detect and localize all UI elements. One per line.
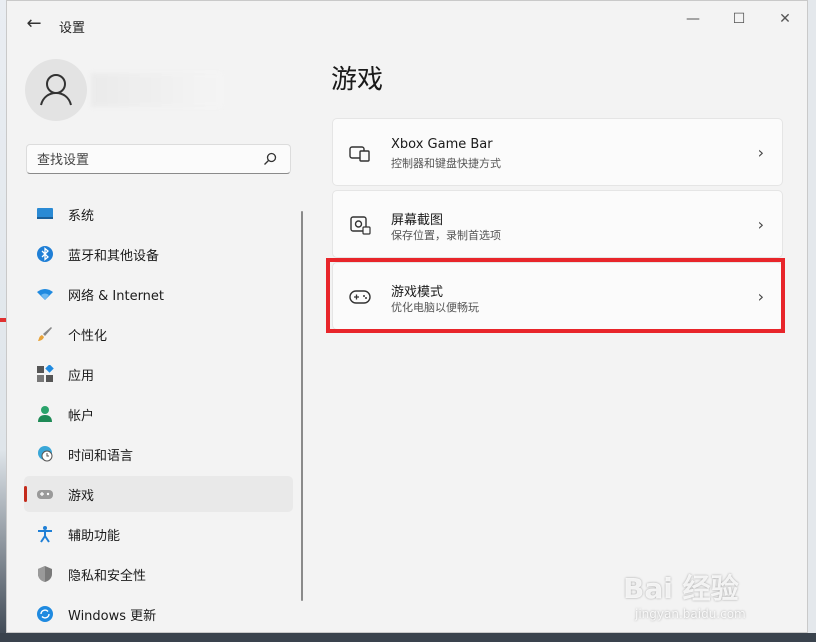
sidebar-item-label: 系统 (68, 209, 95, 224)
card-title: 游戏模式 (391, 285, 444, 300)
sidebar-item-accessibility[interactable]: 辅助功能 (24, 516, 293, 552)
brush-icon (38, 327, 52, 341)
person-icon (38, 406, 52, 422)
update-icon (37, 606, 53, 622)
sidebar-item-personalization[interactable]: 个性化 (24, 316, 293, 352)
sidebar-item-label: 时间和语言 (68, 449, 134, 464)
sidebar-scrollbar[interactable] (301, 211, 303, 601)
settings-window: ← 设置 — ☐ ✕ 系统 蓝牙和其他设备 网络 & Internet (6, 0, 808, 633)
sidebar-item-label: 隐私和安全性 (68, 569, 147, 584)
card-subtitle: 控制器和键盘快捷方式 (391, 157, 501, 170)
sidebar-item-network[interactable]: 网络 & Internet (24, 276, 293, 312)
apps-icon (37, 365, 54, 382)
gamepad-icon (349, 290, 371, 304)
xbox-game-bar-card[interactable]: Xbox Game Bar 控制器和键盘快捷方式 › (332, 118, 783, 186)
minimize-button[interactable]: — (677, 9, 709, 29)
monitor-icon (37, 208, 53, 219)
sidebar-item-system[interactable]: 系统 (24, 196, 293, 232)
user-name-redacted (91, 73, 221, 107)
sidebar-item-label: 蓝牙和其他设备 (68, 249, 160, 264)
avatar[interactable] (25, 59, 87, 121)
card-title: 屏幕截图 (391, 213, 444, 228)
capture-icon (350, 216, 371, 235)
watermark-url: jingyan.baidu.com (635, 607, 746, 621)
screen-capture-card[interactable]: 屏幕截图 保存位置，录制首选项 › (332, 190, 783, 258)
title-bar: ← 设置 — ☐ ✕ (7, 1, 807, 49)
chevron-right-icon: › (757, 215, 764, 234)
sidebar-item-privacy[interactable]: 隐私和安全性 (24, 556, 293, 592)
close-button[interactable]: ✕ (769, 9, 801, 29)
search-input[interactable] (35, 149, 259, 171)
sidebar-item-accounts[interactable]: 帐户 (24, 396, 293, 432)
card-title: Xbox Game Bar (391, 137, 493, 152)
selected-indicator (24, 486, 27, 502)
person-icon (40, 74, 72, 106)
sidebar-item-label: 应用 (68, 369, 95, 384)
desktop-edge-right (808, 0, 816, 633)
back-button[interactable]: ← (23, 13, 45, 35)
game-bar-icon (349, 146, 370, 162)
page-title: 游戏 (331, 65, 384, 95)
sidebar-item-windows-update[interactable]: Windows 更新 (24, 596, 293, 632)
search-box[interactable] (26, 144, 291, 174)
maximize-button[interactable]: ☐ (723, 9, 755, 29)
shield-icon (38, 566, 52, 582)
globe-clock-icon (38, 446, 53, 462)
chevron-right-icon: › (757, 287, 764, 306)
card-subtitle: 优化电脑以便畅玩 (391, 301, 479, 314)
bluetooth-icon (37, 246, 53, 262)
wifi-icon (37, 289, 53, 300)
chevron-right-icon: › (757, 143, 764, 162)
sidebar-item-label: 个性化 (68, 329, 108, 344)
sidebar-item-bluetooth[interactable]: 蓝牙和其他设备 (24, 236, 293, 272)
sidebar-item-label: 网络 & Internet (68, 289, 165, 304)
window-title: 设置 (59, 21, 86, 36)
search-icon[interactable] (262, 151, 278, 167)
sidebar-item-label: 帐户 (68, 409, 95, 424)
card-subtitle: 保存位置，录制首选项 (391, 229, 501, 242)
game-mode-card[interactable]: 游戏模式 优化电脑以便畅玩 › (332, 262, 783, 330)
sidebar-item-label: 游戏 (68, 489, 95, 504)
sidebar-item-apps[interactable]: 应用 (24, 356, 293, 392)
accessibility-icon (38, 526, 52, 543)
sidebar-item-label: Windows 更新 (68, 609, 157, 624)
sidebar-item-gaming[interactable]: 游戏 (24, 476, 293, 512)
sidebar-item-label: 辅助功能 (68, 529, 121, 544)
gamepad-icon (37, 490, 53, 499)
sidebar-item-time-language[interactable]: 时间和语言 (24, 436, 293, 472)
sidebar-nav: 系统 蓝牙和其他设备 网络 & Internet 个性化 应用 帐户 时间和语言 (24, 196, 293, 636)
watermark: Bai 经验 jingyan.baidu.com (623, 567, 783, 627)
watermark-brand: Bai 经验 (623, 572, 739, 605)
